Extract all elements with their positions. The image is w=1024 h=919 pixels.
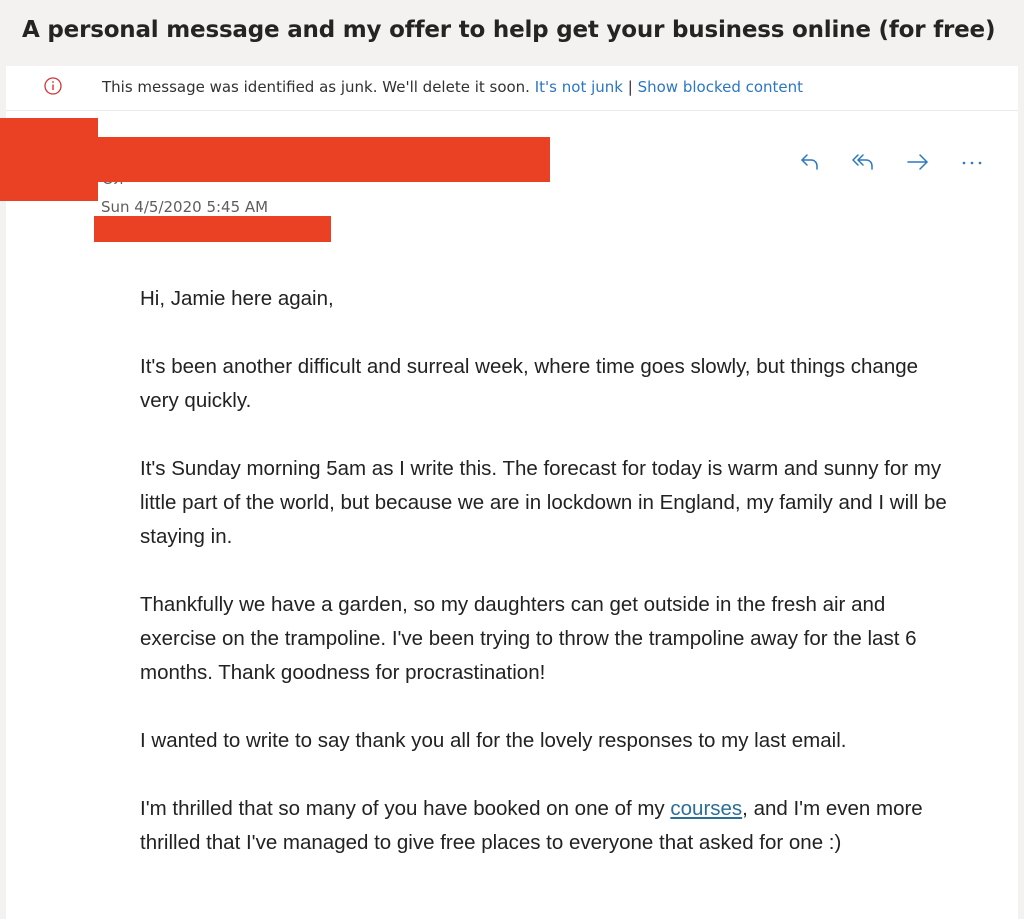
body-greeting: Hi, Jamie here again, bbox=[140, 287, 334, 310]
reply-icon bbox=[799, 151, 821, 178]
more-icon bbox=[960, 151, 984, 178]
junk-notice-bar: This message was identified as junk. We'… bbox=[6, 66, 1018, 111]
subject-bar: A personal message and my offer to help … bbox=[0, 0, 1024, 66]
link-separator: | bbox=[627, 78, 633, 96]
body-paragraph-5-start: I'm thrilled that so many of you have bo… bbox=[140, 797, 671, 820]
message-actions bbox=[796, 150, 986, 178]
redacted-recipient bbox=[94, 216, 331, 242]
body-paragraph-4: I wanted to write to say thank you all f… bbox=[140, 729, 847, 752]
body-paragraph-2: It's Sunday morning 5am as I write this.… bbox=[140, 457, 947, 548]
body-paragraph-5: I'm thrilled that so many of you have bo… bbox=[140, 792, 960, 860]
reply-button[interactable] bbox=[796, 150, 824, 178]
message-card: This message was identified as junk. We'… bbox=[0, 66, 1018, 919]
info-circle-icon bbox=[44, 77, 62, 95]
body-paragraph-1: It's been another difficult and surreal … bbox=[140, 355, 919, 412]
redacted-sender-name bbox=[0, 137, 550, 182]
junk-notice-text: This message was identified as junk. We'… bbox=[102, 78, 530, 96]
junk-notice-text-row: This message was identified as junk. We'… bbox=[102, 78, 803, 96]
body-paragraph-3: Thankfully we have a garden, so my daugh… bbox=[140, 593, 917, 684]
message-subject: A personal message and my offer to help … bbox=[22, 17, 996, 43]
more-actions-button[interactable] bbox=[958, 150, 986, 178]
message-body: Hi, Jamie here again, It's been another … bbox=[140, 282, 960, 894]
forward-button[interactable] bbox=[904, 150, 932, 178]
reply-all-icon bbox=[851, 151, 877, 178]
message-date: Sun 4/5/2020 5:45 AM bbox=[101, 198, 269, 216]
not-junk-link[interactable]: It's not junk bbox=[535, 78, 623, 96]
courses-link[interactable]: courses bbox=[670, 797, 742, 820]
show-blocked-content-link[interactable]: Show blocked content bbox=[638, 78, 803, 96]
forward-icon bbox=[905, 151, 931, 178]
reply-all-button[interactable] bbox=[850, 150, 878, 178]
